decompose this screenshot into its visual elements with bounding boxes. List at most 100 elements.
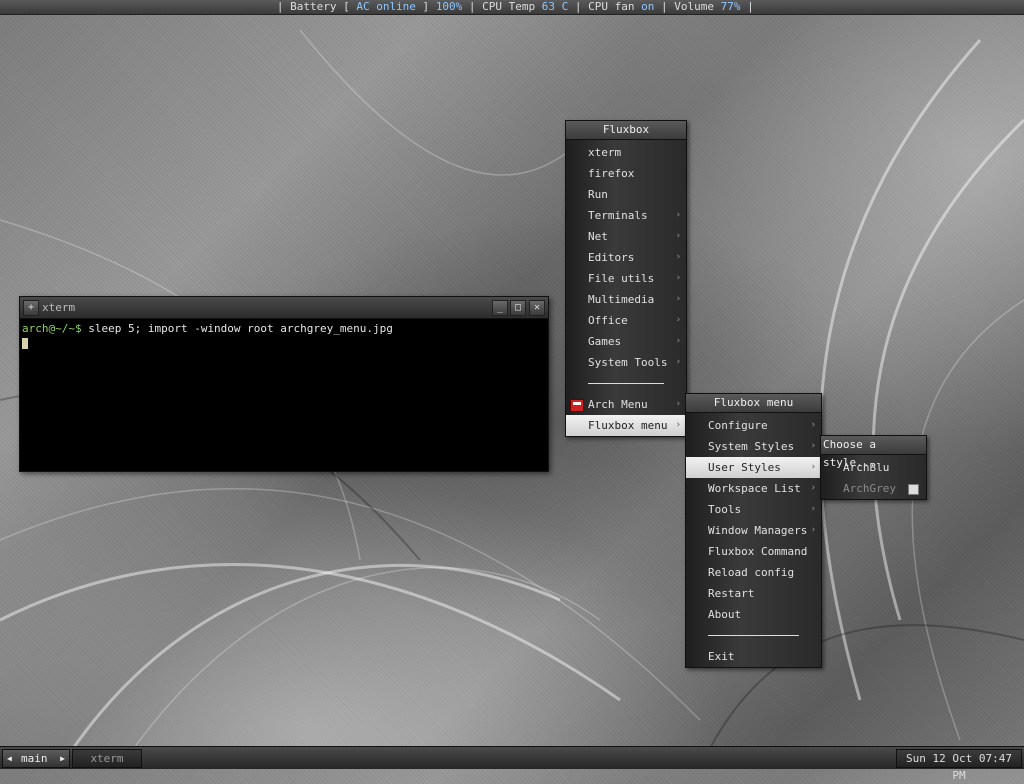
menu-item-label: Multimedia [588, 293, 655, 306]
menu-item-run[interactable]: Run [566, 184, 686, 205]
menu-item-label: Restart [708, 587, 755, 600]
menu-item-label: Office [588, 314, 628, 327]
workspace-switcher[interactable]: ◀ main ▶ [2, 749, 70, 768]
submenu-arrow-icon: › [675, 357, 681, 367]
battery-percent: 100% [435, 0, 463, 13]
menu-item-label: File utils [588, 272, 655, 285]
status-text: | CPU fan [568, 0, 642, 13]
text-cursor [22, 338, 28, 349]
taskbar: ◀ main ▶ xterm Sun 12 Oct 07:47 PM [0, 746, 1024, 782]
fluxbox-root-menu: Fluxbox xterm firefox Run Terminals › Net… [565, 120, 687, 437]
window-title: xterm [42, 301, 76, 314]
menu-item-label: Terminals [588, 209, 648, 222]
menu-item-terminals[interactable]: Terminals › [566, 205, 686, 226]
menu-item-arch-menu[interactable]: Arch Menu › [566, 394, 686, 415]
menu-item-label: Run [588, 188, 608, 201]
submenu-arrow-icon: › [810, 420, 816, 430]
menu-separator [686, 625, 821, 646]
arch-logo-icon [570, 399, 584, 412]
submenu-arrow-icon: › [675, 231, 681, 241]
cpu-fan: on [641, 0, 655, 13]
shell-prompt: arch@~/~$ [22, 322, 82, 335]
fluxbox-submenu: Fluxbox menu Configure › System Styles › U… [685, 393, 822, 668]
status-text: | Volume [654, 0, 721, 13]
workspace-name: main [21, 752, 48, 765]
submenu-arrow-icon: › [810, 504, 816, 514]
menu-item-label: firefox [588, 167, 635, 180]
menu-item-label: Net [588, 230, 608, 243]
next-workspace-icon[interactable]: ▶ [60, 750, 65, 767]
terminal-area[interactable]: arch@~/~$ sleep 5; import -window root a… [20, 319, 548, 471]
menu-item-restart[interactable]: Restart [686, 583, 821, 604]
window-menu-button[interactable]: + [23, 300, 39, 316]
menu-item-label: ArchBlu [843, 461, 890, 474]
menu-item-net[interactable]: Net › [566, 226, 686, 247]
menu-item-about[interactable]: About [686, 604, 821, 625]
menu-item-label: Editors [588, 251, 635, 264]
terminal-line: arch@~/~$ sleep 5; import -window root a… [22, 322, 546, 335]
menu-title: Fluxbox menu [686, 394, 821, 413]
menu-title: Choose a style... [821, 436, 926, 469]
menu-item-label: Window Managers [708, 524, 808, 537]
menu-item-tools[interactable]: Tools › [686, 499, 821, 520]
menu-item-label: Reload config [708, 566, 795, 579]
status-text: | Battery [ [270, 0, 357, 13]
status-text: | CPU Temp [462, 0, 542, 13]
submenu-arrow-icon: › [675, 315, 681, 325]
menu-item-xterm[interactable]: xterm [566, 142, 686, 163]
prev-workspace-icon[interactable]: ◀ [7, 750, 12, 767]
menu-item-exit[interactable]: Exit [686, 646, 821, 667]
menu-item-label: xterm [588, 146, 622, 159]
xterm-window[interactable]: + xterm _ □ ✕ arch@~/~$ sleep 5; import … [19, 296, 549, 472]
menu-item-fluxbox-menu[interactable]: Fluxbox menu › [566, 415, 686, 436]
submenu-arrow-icon: › [675, 420, 681, 430]
ac-status: AC online [356, 0, 416, 13]
status-bar: | Battery [ AC online ] 100% | CPU Temp … [0, 0, 1024, 15]
menu-item-editors[interactable]: Editors › [566, 247, 686, 268]
menu-item-label: System Styles [708, 440, 795, 453]
menu-item-user-styles[interactable]: User Styles › [686, 457, 821, 478]
menu-item-label: Fluxbox menu [588, 419, 668, 432]
submenu-arrow-icon: › [675, 294, 681, 304]
menu-item-label: Arch Menu [588, 398, 648, 411]
menu-item-label: ArchGrey [843, 482, 896, 495]
volume-level: 77% [720, 0, 741, 13]
minimize-button[interactable]: _ [492, 300, 508, 316]
menu-item-workspace-list[interactable]: Workspace List › [686, 478, 821, 499]
submenu-arrow-icon: › [810, 483, 816, 493]
menu-item-multimedia[interactable]: Multimedia › [566, 289, 686, 310]
menu-item-style-archgrey[interactable]: ArchGrey [821, 478, 926, 499]
menu-item-style-archblu[interactable]: ArchBlu [821, 457, 926, 478]
close-button[interactable]: ✕ [529, 300, 545, 316]
window-titlebar[interactable]: + xterm _ □ ✕ [20, 297, 548, 319]
submenu-arrow-icon: › [810, 441, 816, 451]
clock: Sun 12 Oct 07:47 PM [896, 749, 1022, 782]
menu-item-system-tools[interactable]: System Tools › [566, 352, 686, 373]
status-text: | [740, 0, 754, 13]
maximize-button[interactable]: □ [510, 300, 526, 316]
submenu-arrow-icon: › [810, 525, 816, 535]
cpu-temp: 63 C [541, 0, 569, 13]
menu-item-games[interactable]: Games › [566, 331, 686, 352]
submenu-arrow-icon: › [675, 210, 681, 220]
menu-item-fluxbox-command[interactable]: Fluxbox Command [686, 541, 821, 562]
shell-command: sleep 5; import -window root archgrey_me… [81, 322, 393, 335]
status-text: ] [415, 0, 436, 13]
menu-item-file-utils[interactable]: File utils › [566, 268, 686, 289]
menu-item-label: Configure [708, 419, 768, 432]
menu-item-reload-config[interactable]: Reload config [686, 562, 821, 583]
menu-item-window-managers[interactable]: Window Managers › [686, 520, 821, 541]
menu-item-firefox[interactable]: firefox [566, 163, 686, 184]
menu-item-label: Fluxbox Command [708, 545, 808, 558]
menu-item-label: Tools [708, 503, 742, 516]
menu-separator [566, 373, 686, 394]
menu-item-label: Exit [708, 650, 735, 663]
menu-item-office[interactable]: Office › [566, 310, 686, 331]
taskbar-item-xterm[interactable]: xterm [72, 749, 142, 768]
menu-item-system-styles[interactable]: System Styles › [686, 436, 821, 457]
submenu-arrow-icon: › [675, 336, 681, 346]
submenu-arrow-icon: › [675, 252, 681, 262]
selected-check-icon [908, 484, 919, 495]
menu-item-label: Games [588, 335, 622, 348]
menu-item-configure[interactable]: Configure › [686, 415, 821, 436]
